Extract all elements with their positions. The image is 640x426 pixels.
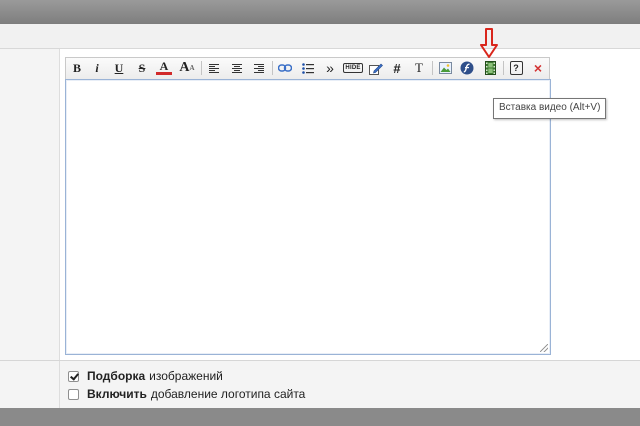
text-icon: T: [415, 60, 423, 75]
font-color-button[interactable]: A: [156, 58, 172, 75]
red-arrow-indicator-icon: [480, 28, 498, 58]
link-button[interactable]: [277, 60, 293, 76]
align-center-button[interactable]: [229, 60, 245, 76]
font-size-button[interactable]: AA: [179, 60, 195, 76]
remove-format-icon: ×: [533, 60, 543, 76]
align-left-icon: [209, 63, 219, 73]
sub-header-bar: [0, 24, 640, 49]
flash-button[interactable]: [459, 60, 475, 76]
align-right-button[interactable]: [251, 60, 267, 76]
hide-button[interactable]: HIDE: [341, 60, 365, 76]
align-center-icon: [232, 63, 242, 73]
text-button[interactable]: T: [411, 60, 427, 76]
option-label-text: добавление логотипа сайта: [150, 387, 306, 401]
bold-icon: B: [72, 60, 81, 75]
option-image-gallery[interactable]: Подборка изображений: [68, 368, 223, 384]
align-left-button[interactable]: [206, 60, 222, 76]
toolbar-separator: [272, 61, 273, 75]
editor-toolbar: B i U S A AA » HIDE # T ? ×: [65, 57, 550, 79]
align-right-icon: [254, 63, 264, 73]
edit-icon: [369, 63, 383, 75]
message-editor-textarea[interactable]: [65, 79, 551, 355]
video-button[interactable]: [482, 60, 498, 76]
edit-button[interactable]: [368, 60, 384, 76]
link-icon: [278, 64, 292, 72]
italic-icon: i: [95, 60, 99, 75]
image-gallery-checkbox[interactable]: [68, 370, 79, 382]
video-icon: [484, 61, 496, 75]
font-color-icon: A: [159, 58, 169, 73]
hide-icon: HIDE: [343, 63, 363, 73]
remove-format-button[interactable]: ×: [530, 60, 546, 76]
bold-button[interactable]: B: [69, 60, 85, 76]
site-logo-checkbox[interactable]: [68, 388, 79, 400]
flash-icon: [460, 61, 474, 75]
help-button[interactable]: ?: [508, 60, 524, 76]
italic-button[interactable]: i: [89, 60, 105, 76]
strikethrough-icon: S: [138, 60, 146, 75]
hash-button[interactable]: #: [389, 60, 405, 76]
image-button[interactable]: [437, 60, 453, 76]
bullet-list-icon: [302, 62, 314, 74]
font-size-icon: A: [179, 60, 190, 75]
help-icon: ?: [509, 61, 523, 75]
options-label-column: [0, 361, 60, 409]
toolbar-separator: [432, 61, 433, 75]
tooltip: Вставка видео (Alt+V): [493, 98, 607, 119]
quote-icon: »: [326, 60, 334, 76]
underline-icon: U: [114, 60, 124, 75]
bullet-list-button[interactable]: [300, 60, 316, 76]
option-label-text: изображений: [149, 369, 223, 383]
option-site-logo[interactable]: Включить добавление логотипа сайта: [68, 386, 305, 402]
hash-icon: #: [393, 60, 401, 76]
resize-grip-icon[interactable]: [540, 344, 550, 354]
top-header-bar: [0, 0, 640, 24]
toolbar-separator: [201, 61, 202, 75]
left-label-column: [0, 49, 60, 360]
underline-button[interactable]: U: [111, 60, 127, 76]
option-label-bold: Подборка: [87, 369, 146, 383]
option-label-bold: Включить: [87, 387, 147, 401]
bottom-bar: [0, 408, 640, 426]
toolbar-separator: [503, 61, 504, 75]
strikethrough-button[interactable]: S: [134, 60, 150, 76]
image-icon: [438, 62, 452, 74]
quote-button[interactable]: »: [322, 60, 338, 76]
